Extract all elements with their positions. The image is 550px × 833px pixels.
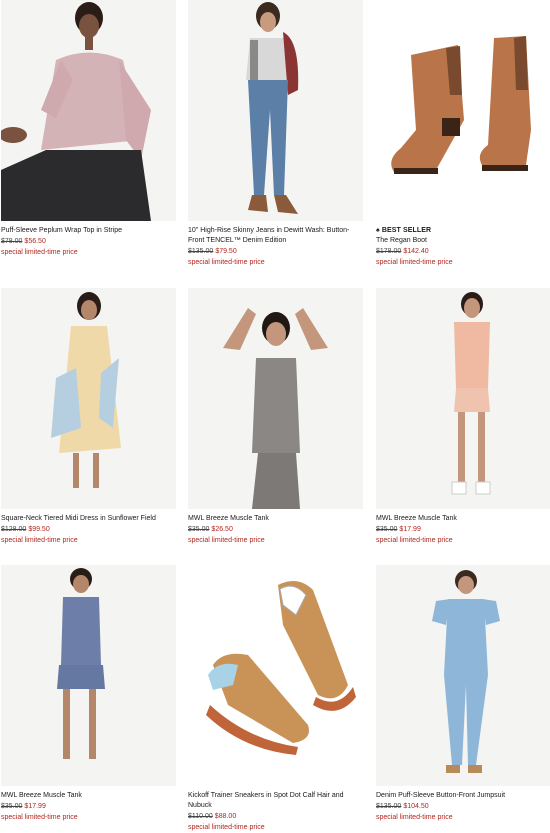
product-name[interactable]: Denim Puff-Sleeve Button-Front Jumpsuit [376, 791, 550, 801]
product-price: $178.00 $142.40 [376, 247, 550, 257]
product-image[interactable] [1, 288, 176, 509]
sale-price: $17.99 [24, 803, 46, 810]
product-price: $135.00 $104.50 [376, 802, 550, 812]
product-image[interactable] [376, 288, 550, 509]
sale-price: $79.50 [215, 248, 237, 255]
product-name[interactable]: Puff-Sleeve Peplum Wrap Top in Stripe [1, 226, 176, 236]
model-photo [188, 0, 363, 221]
product-image[interactable] [376, 0, 550, 221]
promo-label: special limited-time price [376, 259, 453, 266]
product-card[interactable]: MWL Breeze Muscle Tank $35.00 $26.50 spec… [188, 288, 363, 546]
product-name[interactable]: MWL Breeze Muscle Tank [188, 514, 363, 524]
product-card[interactable]: Kickoff Trainer Sneakers in Spot Dot Cal… [188, 565, 363, 833]
product-image[interactable] [188, 288, 363, 509]
promo-label: special limited-time price [376, 537, 453, 544]
product-price: $128.00 $99.50 [1, 525, 176, 535]
product-price: $35.00 $17.99 [376, 525, 550, 535]
product-image[interactable] [188, 0, 363, 221]
sale-price: $17.99 [399, 526, 421, 533]
product-name[interactable]: Square-Neck Tiered Midi Dress in Sunflow… [1, 514, 176, 524]
original-price: $35.00 [1, 803, 23, 810]
product-image[interactable] [1, 0, 176, 221]
original-price: $110.00 [188, 813, 213, 820]
original-price: $78.00 [1, 238, 23, 245]
promo-label: special limited-time price [188, 259, 265, 266]
sale-price: $99.50 [28, 526, 50, 533]
original-price: $135.00 [376, 803, 402, 810]
sneaker-photo [188, 565, 363, 786]
product-card[interactable]: ♠ BEST SELLER The Regan Boot $178.00 $142.… [376, 0, 550, 268]
model-photo [376, 565, 550, 786]
product-image[interactable] [188, 565, 363, 786]
product-price: $78.00 $56.50 [1, 237, 176, 247]
model-photo [188, 288, 363, 509]
model-photo [376, 288, 550, 509]
product-name[interactable]: 10" High-Rise Skinny Jeans in Dewitt Was… [188, 226, 363, 246]
promo-label: special limited-time price [188, 537, 265, 544]
product-card[interactable]: Puff-Sleeve Peplum Wrap Top in Stripe $7… [1, 0, 176, 258]
model-photo [1, 288, 176, 509]
original-price: $35.00 [376, 526, 398, 533]
product-name[interactable]: The Regan Boot [376, 236, 550, 246]
product-name[interactable]: Kickoff Trainer Sneakers in Spot Dot Cal… [188, 791, 363, 811]
badge-label: BEST SELLER [381, 227, 432, 234]
product-card[interactable]: 10" High-Rise Skinny Jeans in Dewitt Was… [188, 0, 363, 268]
product-price: $135.00 $79.50 [188, 247, 363, 257]
product-card[interactable]: MWL Breeze Muscle Tank $35.00 $17.99 spec… [1, 565, 176, 823]
product-grid: Puff-Sleeve Peplum Wrap Top in Stripe $7… [0, 0, 550, 832]
original-price: $128.00 [1, 526, 27, 533]
sale-price: $56.50 [24, 238, 46, 245]
product-price: $35.00 $26.50 [188, 525, 363, 535]
product-image[interactable] [1, 565, 176, 786]
product-price: $35.00 $17.99 [1, 802, 176, 812]
product-image[interactable] [376, 565, 550, 786]
model-photo [1, 565, 176, 786]
flame-icon: ♠ [376, 227, 380, 234]
original-price: $135.00 [188, 248, 214, 255]
original-price: $35.00 [188, 526, 210, 533]
boot-photo [376, 0, 550, 221]
product-name[interactable]: MWL Breeze Muscle Tank [1, 791, 176, 801]
promo-label: special limited-time price [376, 814, 453, 821]
promo-label: special limited-time price [1, 249, 78, 256]
product-price: $110.00 $88.00 [188, 812, 363, 822]
sale-price: $26.50 [211, 526, 233, 533]
product-card[interactable]: Denim Puff-Sleeve Button-Front Jumpsuit … [376, 565, 550, 823]
promo-label: special limited-time price [1, 537, 78, 544]
product-card[interactable]: MWL Breeze Muscle Tank $35.00 $17.99 spec… [376, 288, 550, 546]
product-card[interactable]: Square-Neck Tiered Midi Dress in Sunflow… [1, 288, 176, 546]
product-name[interactable]: MWL Breeze Muscle Tank [376, 514, 550, 524]
sale-price: $88.00 [214, 813, 237, 820]
best-seller-badge: ♠ BEST SELLER [376, 226, 550, 236]
promo-label: special limited-time price [1, 814, 78, 821]
sale-price: $104.50 [403, 803, 429, 810]
sale-price: $142.40 [403, 248, 429, 255]
original-price: $178.00 [376, 248, 402, 255]
model-photo [1, 0, 176, 221]
